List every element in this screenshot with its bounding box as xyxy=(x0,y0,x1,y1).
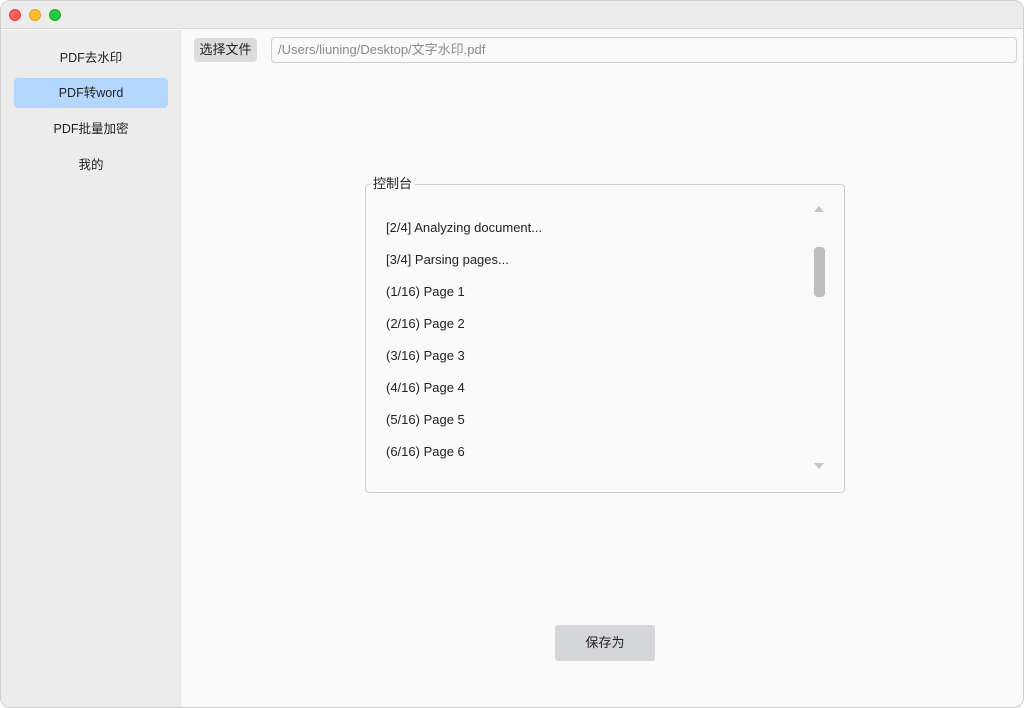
sidebar-item-pdf-watermark-remove[interactable]: PDF去水印 xyxy=(14,43,168,73)
log-line: (1/16) Page 1 xyxy=(386,284,465,299)
sidebar: PDF去水印 PDF转word PDF批量加密 我的 xyxy=(1,30,181,707)
title-bar xyxy=(1,1,1023,29)
file-path-field[interactable]: /Users/liuning/Desktop/文字水印.pdf xyxy=(271,37,1017,63)
scroll-up-arrow-icon[interactable] xyxy=(814,206,824,212)
main-content: 选择文件 /Users/liuning/Desktop/文字水印.pdf 控制台… xyxy=(182,30,1023,707)
log-line: (4/16) Page 4 xyxy=(386,380,465,395)
log-line: (6/16) Page 6 xyxy=(386,444,465,459)
maximize-window-button[interactable] xyxy=(49,9,61,21)
log-line: [3/4] Parsing pages... xyxy=(386,252,509,267)
log-line: (2/16) Page 2 xyxy=(386,316,465,331)
log-line: [2/4] Analyzing document... xyxy=(386,220,543,235)
scroll-down-arrow-icon[interactable] xyxy=(814,463,824,469)
sidebar-item-mine[interactable]: 我的 xyxy=(14,150,168,180)
scrollbar-thumb[interactable] xyxy=(814,247,825,297)
app-window: PDF去水印 PDF转word PDF批量加密 我的 选择文件 /Users/l… xyxy=(0,0,1024,708)
console-log-list[interactable]: [2/4] Analyzing document... [3/4] Parsin… xyxy=(367,201,807,486)
sidebar-item-pdf-batch-encrypt[interactable]: PDF批量加密 xyxy=(14,114,168,144)
console-title: 控制台 xyxy=(370,176,416,192)
close-window-button[interactable] xyxy=(9,9,21,21)
console-panel: 控制台 [2/4] Analyzing document... [3/4] Pa… xyxy=(365,176,845,493)
log-line: (3/16) Page 3 xyxy=(386,348,465,363)
save-as-button[interactable]: 保存为 xyxy=(555,625,655,661)
log-line: (5/16) Page 5 xyxy=(386,412,465,427)
choose-file-button[interactable]: 选择文件 xyxy=(194,38,257,62)
minimize-window-button[interactable] xyxy=(29,9,41,21)
sidebar-item-pdf-to-word[interactable]: PDF转word xyxy=(14,78,168,108)
